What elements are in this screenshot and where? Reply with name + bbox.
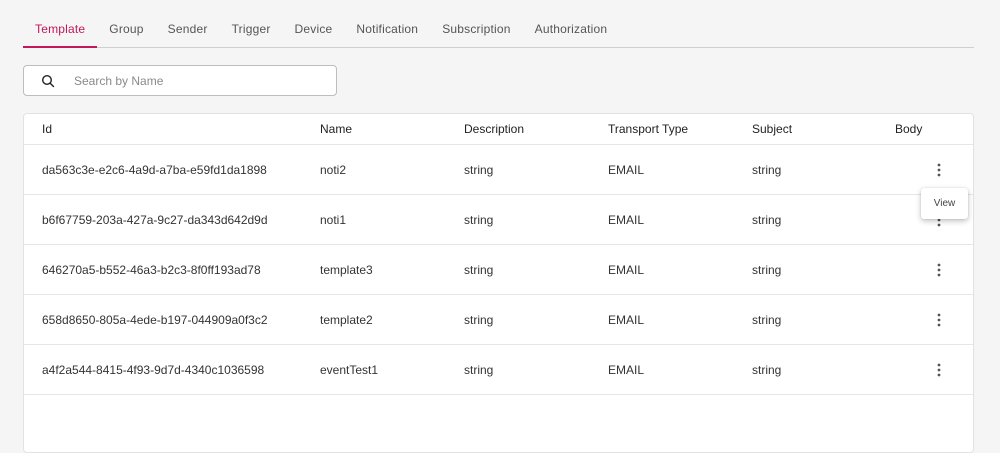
cell-id: 658d8650-805a-4ede-b197-044909a0f3c2 — [42, 312, 268, 327]
cell-name: noti1 — [320, 212, 347, 227]
cell-subject: string — [752, 212, 782, 227]
cell-id: 646270a5-b552-46a3-b2c3-8f0ff193ad78 — [42, 262, 261, 277]
cell-subject: string — [752, 262, 782, 277]
tab-notification[interactable]: Notification — [344, 0, 430, 47]
tab-device[interactable]: Device — [283, 0, 345, 47]
header-subject[interactable]: Subject — [752, 114, 792, 144]
cell-subject: string — [752, 362, 782, 377]
cell-id: da563c3e-e2c6-4a9d-a7ba-e59fd1da1898 — [42, 162, 267, 177]
templates-table: Id Name Description Transport Type Subje… — [23, 113, 974, 453]
cell-transport-type: EMAIL — [608, 212, 645, 227]
more-vert-icon[interactable] — [927, 260, 951, 280]
more-vert-icon[interactable] — [927, 360, 951, 380]
header-name[interactable]: Name — [320, 114, 352, 144]
search-icon — [41, 74, 55, 88]
cell-id: a4f2a544-8415-4f93-9d7d-4340c1036598 — [42, 362, 265, 377]
cell-description: string — [464, 262, 494, 277]
cell-transport-type: EMAIL — [608, 362, 645, 377]
table-row[interactable]: da563c3e-e2c6-4a9d-a7ba-e59fd1da1898 not… — [24, 145, 973, 195]
table-row[interactable]: b6f67759-203a-427a-9c27-da343d642d9d not… — [24, 195, 973, 245]
tab-sender[interactable]: Sender — [156, 0, 220, 47]
cell-transport-type: EMAIL — [608, 162, 645, 177]
cell-subject: string — [752, 162, 782, 177]
table-row[interactable]: 658d8650-805a-4ede-b197-044909a0f3c2 tem… — [24, 295, 973, 345]
tab-trigger[interactable]: Trigger — [220, 0, 283, 47]
cell-subject: string — [752, 312, 782, 327]
cell-description: string — [464, 162, 494, 177]
table-header-row: Id Name Description Transport Type Subje… — [24, 114, 973, 145]
cell-id: b6f67759-203a-427a-9c27-da343d642d9d — [42, 212, 268, 227]
search-box[interactable] — [23, 65, 337, 96]
cell-name: template2 — [320, 312, 373, 327]
table-row[interactable]: a4f2a544-8415-4f93-9d7d-4340c1036598 eve… — [24, 345, 973, 395]
cell-description: string — [464, 212, 494, 227]
header-transport-type[interactable]: Transport Type — [608, 114, 688, 144]
tab-authorization[interactable]: Authorization — [523, 0, 620, 47]
cell-name: noti2 — [320, 162, 347, 177]
cell-transport-type: EMAIL — [608, 262, 645, 277]
tab-subscription[interactable]: Subscription — [430, 0, 522, 47]
header-description[interactable]: Description — [464, 114, 524, 144]
table-row[interactable]: 646270a5-b552-46a3-b2c3-8f0ff193ad78 tem… — [24, 245, 973, 295]
tab-template[interactable]: Template — [23, 0, 98, 48]
more-vert-icon[interactable] — [927, 160, 951, 180]
cell-description: string — [464, 312, 494, 327]
tab-group[interactable]: Group — [97, 0, 155, 47]
cell-name: template3 — [320, 262, 373, 277]
tab-bar: Template Group Sender Trigger Device Not… — [23, 0, 974, 48]
cell-name: eventTest1 — [320, 362, 379, 377]
search-input[interactable] — [74, 73, 304, 88]
more-vert-icon[interactable] — [927, 310, 951, 330]
header-body: Body — [895, 122, 923, 136]
header-id[interactable]: Id — [42, 114, 52, 144]
cell-description: string — [464, 362, 494, 377]
row-menu-view-item[interactable]: View — [921, 188, 968, 219]
cell-transport-type: EMAIL — [608, 312, 645, 327]
